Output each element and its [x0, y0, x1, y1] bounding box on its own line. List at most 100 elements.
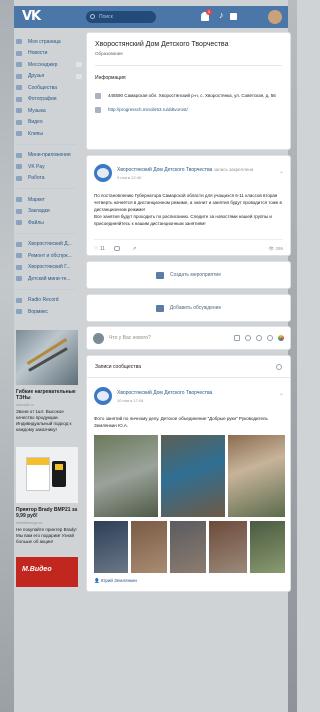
notifications-badge: 1	[206, 9, 212, 15]
sidebar-item-5[interactable]: Фотографии	[16, 94, 82, 106]
divider	[16, 232, 76, 234]
sidebar-item-label: Работа	[28, 175, 45, 182]
search-icon[interactable]	[276, 363, 282, 370]
post-avatar[interactable]	[94, 387, 112, 405]
avatar[interactable]	[268, 10, 282, 24]
sidebar-item-apps-0[interactable]: Мини-приложения	[16, 150, 82, 162]
sidebar-item-label: Фотографии	[28, 96, 57, 103]
clips-icon	[16, 131, 22, 137]
sidebar-item-2[interactable]: Мессенджер	[16, 59, 82, 71]
video-icon[interactable]	[245, 335, 251, 341]
music-icon[interactable]	[256, 335, 262, 341]
sidebar-item-4[interactable]: Сообщества	[16, 82, 82, 94]
chevron-down-icon[interactable]: ⌄	[279, 390, 284, 397]
camera-icon[interactable]	[234, 335, 240, 341]
ad-image[interactable]	[16, 446, 78, 503]
story-icon[interactable]	[278, 335, 284, 341]
sidebar-item-label: Ремонт и обслуж...	[28, 252, 72, 259]
more-icon[interactable]	[267, 335, 273, 341]
add-icon[interactable]	[76, 62, 82, 68]
divider	[16, 143, 76, 145]
files-icon	[16, 220, 22, 226]
sidebar-item-label: Детский мини-те...	[28, 275, 71, 282]
sidebar: Моя страница Новости Мессенджер Друзья Сообщ…	[16, 36, 82, 587]
ad-image[interactable]	[16, 329, 78, 385]
search-icon	[90, 14, 95, 19]
sidebar-item-game-0[interactable]: Radio Record	[16, 295, 82, 307]
sidebar-item-group-1[interactable]: Ремонт и обслуж...	[16, 250, 82, 262]
create-event-button[interactable]: Создать мероприятие	[86, 261, 291, 289]
post-text: По постановлению Губернатора Самарской о…	[94, 192, 283, 227]
sidebar-item-apps-2[interactable]: Работа	[16, 173, 82, 185]
sidebar-item-tools-1[interactable]: Закладки	[16, 206, 82, 218]
sidebar-item-3[interactable]: Друзья	[16, 71, 82, 83]
background-left	[0, 0, 14, 712]
sidebar-item-label: Закладки	[28, 208, 50, 215]
new-post-box[interactable]: Что у Вас нового?	[86, 326, 291, 350]
post-photo[interactable]	[94, 435, 158, 517]
video-icon	[16, 119, 22, 125]
post-date[interactable]: 10 ноя в 17:04	[117, 398, 212, 403]
signer-name[interactable]: Юрий Землянкин	[101, 578, 137, 583]
sidebar-item-label: Мессенджер	[28, 61, 58, 68]
sidebar-item-group-2[interactable]: Хворостянский Г...	[16, 262, 82, 274]
post-photo[interactable]	[94, 521, 128, 573]
ad-block-1[interactable]: Гибкие нагревательные ТЭНы nacrodi.ru Зв…	[16, 329, 78, 433]
ad-banner-label: М.Видео	[22, 565, 52, 573]
divider	[16, 188, 76, 189]
post-photo[interactable]	[170, 521, 206, 573]
ad-text: Не покупайте принтер Brady! Мы вам его п…	[16, 526, 77, 544]
post-photo[interactable]	[228, 435, 285, 517]
sidebar-item-0[interactable]: Моя страница	[16, 36, 82, 48]
photo-grid	[94, 435, 285, 575]
sidebar-item-7[interactable]: Видео	[16, 117, 82, 129]
add-icon[interactable]	[76, 73, 82, 79]
website-link[interactable]: http://progressch.minobr63.ru/ddtvorost/	[108, 107, 188, 113]
post-author[interactable]: Хворостянский Дом Детского Творчества	[117, 167, 212, 173]
new-post-placeholder[interactable]: Что у Вас нового?	[109, 335, 151, 341]
group-icon	[16, 241, 22, 247]
post-author[interactable]: Хворостянский Дом Детского Творчества	[117, 390, 212, 396]
sidebar-item-apps-1[interactable]: VK Pay	[16, 161, 82, 173]
sidebar-item-6[interactable]: Музыка	[16, 105, 82, 117]
sidebar-item-label: Видео	[28, 119, 43, 126]
sidebar-item-game-1[interactable]: Вормикс	[16, 306, 82, 318]
sidebar-item-tools-0[interactable]: Маркет	[16, 194, 82, 206]
comment-button[interactable]	[114, 246, 123, 251]
post-date[interactable]: 9 ноя в 22:40	[117, 175, 253, 180]
sidebar-item-label: Вормикс	[28, 308, 48, 315]
sidebar-item-tools-2[interactable]: Файлы	[16, 217, 82, 229]
tab-community-posts[interactable]: Записи сообщества	[95, 364, 141, 370]
ad-title[interactable]: Пряятор Brady BMP21 за 9,99 руб!	[16, 507, 78, 519]
comment-icon	[114, 246, 121, 251]
sidebar-item-group-0[interactable]: Хворостянский Д...	[16, 239, 82, 251]
music-note-icon[interactable]: ♪	[219, 10, 224, 20]
sidebar-item-1[interactable]: Новости	[16, 48, 82, 60]
sidebar-item-group-3[interactable]: Детский мини-те...	[16, 273, 82, 285]
ad-block-2[interactable]: Пряятор Brady BMP21 за 9,99 руб! edellst…	[16, 446, 78, 545]
website-row[interactable]: http://progressch.minobr63.ru/ddtvorost/	[95, 107, 282, 113]
pinned-post: Хворостянский Дом Детского Творчества за…	[86, 155, 291, 256]
share-button[interactable]: ↗	[132, 246, 136, 252]
ad-text: Звони от 1шт. Высокое качество продукции…	[16, 408, 72, 432]
post-avatar[interactable]	[94, 164, 112, 182]
post-signer[interactable]: 👤 Юрий Землянкин	[94, 578, 283, 584]
like-button[interactable]: ♡ 11	[94, 246, 105, 252]
post-photo[interactable]	[209, 521, 247, 573]
ad-banner[interactable]: М.Видео	[16, 556, 78, 587]
vk-logo[interactable]: VK	[22, 9, 41, 24]
pinned-label: запись закреплена	[213, 166, 254, 172]
search-input[interactable]: Поиск	[86, 11, 156, 23]
chevron-down-icon[interactable]: ⌄	[279, 168, 284, 175]
post-photo[interactable]	[250, 521, 285, 573]
play-icon[interactable]	[230, 13, 237, 20]
wall: Записи сообщества Хворостянский Дом Детс…	[86, 355, 291, 592]
page-title: Хворостянский Дом Детского Творчества	[95, 41, 229, 48]
post-photo[interactable]	[131, 521, 167, 573]
post-photo[interactable]	[161, 435, 225, 517]
sidebar-item-8[interactable]: Клипы	[16, 128, 82, 140]
group-icon	[16, 309, 22, 315]
ad-title[interactable]: Гибкие нагревательные ТЭНы	[16, 389, 78, 401]
like-count: 11	[99, 245, 106, 252]
add-discussion-button[interactable]: Добавить обсуждение	[86, 294, 291, 322]
